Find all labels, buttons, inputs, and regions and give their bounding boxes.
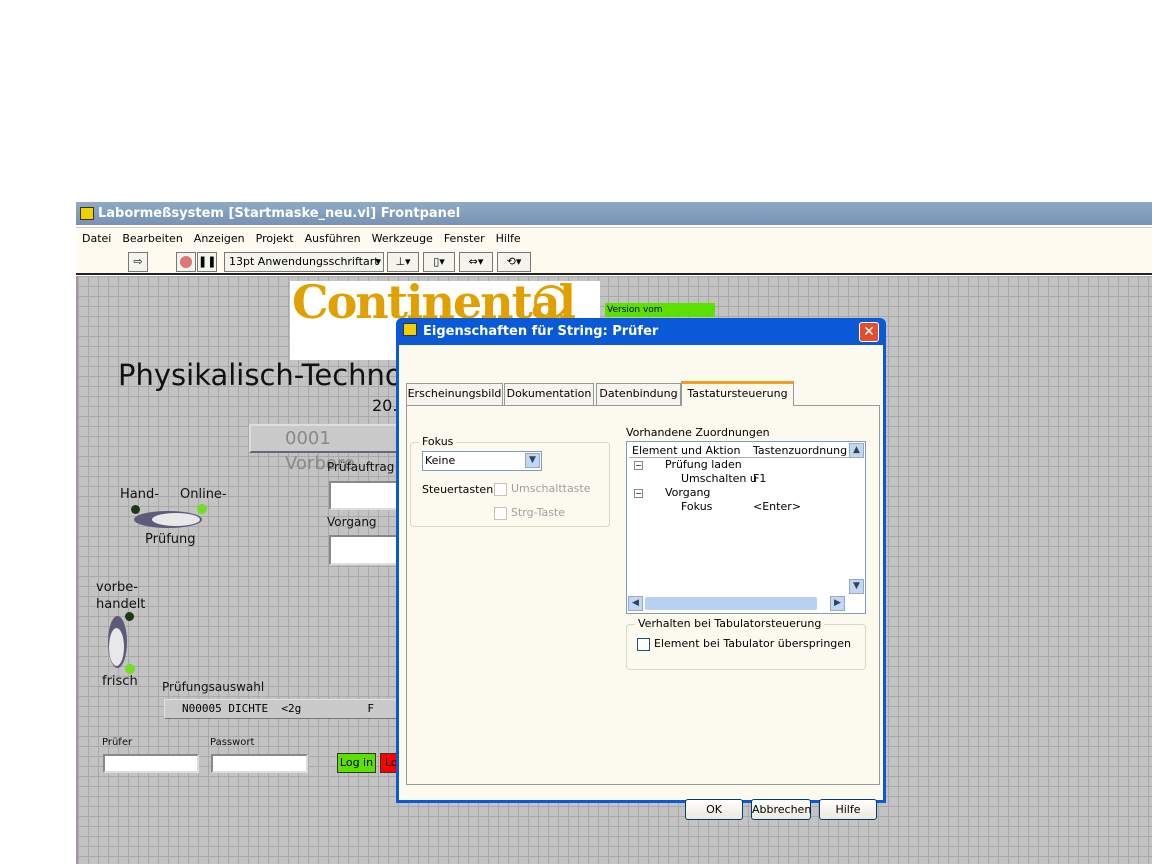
tree-item[interactable]: Fokus	[681, 500, 712, 513]
vorbehandelt-label-1: vorbe-	[96, 580, 138, 595]
passwort-field[interactable]	[211, 754, 308, 773]
login-button[interactable]: Log in	[337, 753, 376, 773]
tab-dokumentation[interactable]: Dokumentation	[504, 383, 594, 405]
ok-button[interactable]: OK	[685, 799, 743, 820]
font-select[interactable]: 13pt Anwendungsschriftart ▾	[224, 252, 384, 272]
dialog-body: Erscheinungsbild Dokumentation Datenbind…	[399, 345, 883, 820]
tab-datenbindung[interactable]: Datenbindung	[596, 383, 681, 405]
collapse-icon[interactable]: −	[634, 489, 643, 498]
menu-projekt[interactable]: Projekt	[256, 228, 294, 250]
reorder-icon[interactable]: ⟲▾	[497, 252, 531, 272]
strg-checkbox[interactable]: Strg-Taste	[494, 506, 565, 520]
fokus-select[interactable]: Keine ▼	[422, 451, 542, 471]
help-button[interactable]: Hilfe	[819, 799, 877, 820]
chevron-down-icon: ▼	[525, 453, 540, 468]
zuordnungen-tree[interactable]: Element und Aktion Tastenzuordnung − Prü…	[626, 441, 866, 614]
distribute-icon[interactable]: ▯▾	[423, 252, 455, 272]
passwort-label: Passwort	[210, 737, 255, 748]
skip-tab-checkbox[interactable]: Element bei Tabulator überspringen	[637, 637, 851, 651]
pruefungsauswahl-label: Prüfungsauswahl	[162, 680, 265, 694]
fokus-group: Fokus Keine ▼ Steuertasten Umschalttaste …	[410, 435, 610, 527]
cancel-button[interactable]: Abbrechen	[751, 799, 811, 820]
menu-ausfuehren[interactable]: Ausführen	[305, 228, 361, 250]
pruefer-field[interactable]	[103, 754, 199, 773]
menu-bar: Datei Bearbeiten Anzeigen Projekt Ausführen W…	[76, 227, 1152, 249]
properties-dialog: Eigenschaften für String: Prüfer ✕ Ersch…	[396, 318, 886, 820]
close-icon[interactable]: ✕	[859, 322, 879, 342]
date-display: 20.	[372, 396, 398, 415]
abort-icon[interactable]	[176, 252, 196, 272]
collapse-icon[interactable]: −	[634, 461, 643, 470]
vorgang-field[interactable]	[329, 535, 399, 565]
status-display: 0001 Vorbere	[249, 424, 399, 474]
tree-item[interactable]: Prüfung laden	[665, 458, 742, 471]
pruefung-mode-switch[interactable]	[134, 511, 202, 528]
menu-anzeigen[interactable]: Anzeigen	[194, 228, 245, 250]
column-header-element[interactable]: Element und Aktion	[632, 444, 740, 457]
menu-bearbeiten[interactable]: Bearbeiten	[122, 228, 182, 250]
tabulator-group: Verhalten bei Tabulatorsteuerung Element…	[626, 617, 866, 670]
scroll-right-icon[interactable]: ▶	[830, 596, 845, 611]
scroll-down-icon[interactable]: ▼	[849, 579, 864, 594]
tree-item[interactable]: Vorgang	[665, 486, 710, 499]
dialog-title: Eigenschaften für String: Prüfer	[423, 324, 659, 339]
vorbehandelt-led	[125, 612, 134, 621]
run-arrow-icon[interactable]: ⇨	[128, 252, 148, 272]
tab-erscheinungsbild[interactable]: Erscheinungsbild	[406, 383, 503, 405]
horizontal-scrollbar-thumb[interactable]	[645, 597, 817, 610]
umschalttaste-checkbox[interactable]: Umschalttaste	[494, 482, 591, 496]
tree-item-key: <Enter>	[753, 500, 801, 513]
pruefer-label: Prüfer	[102, 737, 133, 748]
hand-led	[131, 505, 140, 514]
vorgang-label: Vorgang	[327, 515, 377, 529]
pruefung-label: Prüfung	[145, 532, 196, 547]
pruefungsauswahl-ring[interactable]: N00005 DICHTE <2g F	[164, 699, 400, 719]
zuordnungen-label: Vorhandene Zuordnungen	[626, 426, 770, 439]
resize-icon[interactable]: ⇔▾	[459, 252, 493, 272]
vorbehandelt-label-2: handelt	[96, 597, 146, 612]
scroll-up-icon[interactable]: ▲	[849, 443, 864, 458]
labview-icon	[80, 207, 94, 220]
pruefauftrag-label: Prüfauftrag	[327, 460, 395, 474]
panel-heading: Physikalisch-Technol	[118, 358, 411, 392]
online-label: Online-	[180, 487, 227, 502]
online-led	[197, 504, 207, 514]
tab-tastatursteuerung[interactable]: Tastatursteuerung	[681, 381, 794, 406]
toolbar: ⇨ ❚❚ 13pt Anwendungsschriftart ▾ ⊥▾ ▯▾ ⇔▾…	[76, 249, 1152, 275]
dialog-title-bar[interactable]: Eigenschaften für String: Prüfer ✕	[399, 318, 883, 345]
tab-panel: Fokus Keine ▼ Steuertasten Umschalttaste …	[406, 405, 880, 785]
version-label: Version vom 29.10.2007	[605, 303, 715, 329]
tree-item[interactable]: Umschalten u	[681, 472, 757, 485]
labview-icon	[403, 323, 417, 336]
window-title: Labormeßsystem [Startmaske_neu.vi] Front…	[98, 206, 461, 221]
hand-label: Hand-	[120, 487, 159, 502]
pause-icon[interactable]: ❚❚	[197, 252, 217, 272]
column-header-key[interactable]: Tastenzuordnung	[753, 444, 847, 457]
steuertasten-label: Steuertasten	[422, 483, 494, 496]
scroll-left-icon[interactable]: ◀	[628, 596, 643, 611]
pruefauftrag-field[interactable]	[329, 481, 399, 510]
menu-hilfe[interactable]: Hilfe	[496, 228, 521, 250]
frisch-label: frisch	[102, 674, 138, 689]
align-icon[interactable]: ⊥▾	[387, 252, 419, 272]
frisch-led	[125, 664, 135, 674]
menu-datei[interactable]: Datei	[82, 228, 111, 250]
menu-werkzeuge[interactable]: Werkzeuge	[372, 228, 433, 250]
window-title-bar[interactable]: Labormeßsystem [Startmaske_neu.vi] Front…	[76, 202, 1152, 225]
menu-fenster[interactable]: Fenster	[444, 228, 485, 250]
sample-state-switch[interactable]	[108, 616, 127, 668]
tree-item-key: F1	[753, 472, 767, 485]
